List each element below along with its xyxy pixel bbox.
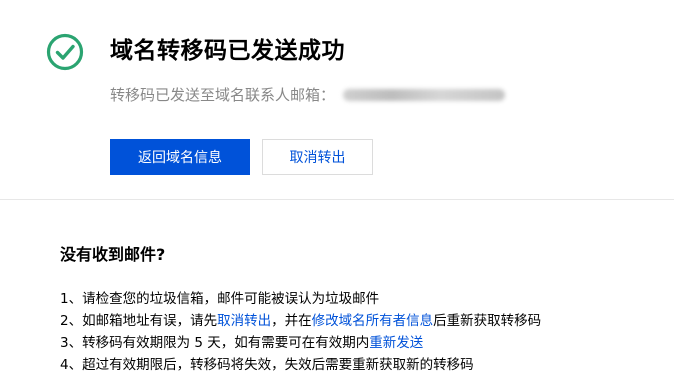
help-item-4: 4、超过有效期限后，转移码将失效，失效后需要重新获取新的转移码 [60,354,541,376]
help-item-text: 后重新获取转移码 [433,313,542,329]
edit-owner-info-link[interactable]: 修改域名所有者信息 [312,313,434,329]
cancel-transfer-button[interactable]: 取消转出 [262,139,373,175]
divider [0,199,674,200]
sent-to-email-text: 转移码已发送至域名联系人邮箱： [110,84,506,106]
help-item-text: 4、超过有效期限后，转移码将失效，失效后需要重新获取新的转移码 [60,357,474,373]
help-item-1: 1、请检查您的垃圾信箱，邮件可能被误认为垃圾邮件 [60,288,541,310]
help-title: 没有收到邮件? [60,245,166,264]
check-circle-icon [46,33,84,71]
page-title: 域名转移码已发送成功 [110,38,345,64]
help-list: 1、请检查您的垃圾信箱，邮件可能被误认为垃圾邮件 2、如邮箱地址有误，请先取消转… [60,288,541,376]
help-item-text: 3、转移码有效期限为 5 天，如有需要可在有效期内 [60,335,370,351]
subtitle-label: 转移码已发送至域名联系人邮箱： [110,86,336,104]
masked-email [343,89,506,101]
cancel-transfer-link[interactable]: 取消转出 [217,313,271,329]
help-item-text: ，并在 [271,313,312,329]
back-to-domain-info-button[interactable]: 返回域名信息 [110,139,250,175]
help-item-text: 1、请检查您的垃圾信箱，邮件可能被误认为垃圾邮件 [60,291,380,307]
help-item-text: 2、如邮箱地址有误，请先 [60,313,218,329]
resend-link[interactable]: 重新发送 [369,335,423,351]
help-item-3: 3、转移码有效期限为 5 天，如有需要可在有效期内重新发送 [60,332,541,354]
help-item-2: 2、如邮箱地址有误，请先取消转出，并在修改域名所有者信息后重新获取转移码 [60,310,541,332]
